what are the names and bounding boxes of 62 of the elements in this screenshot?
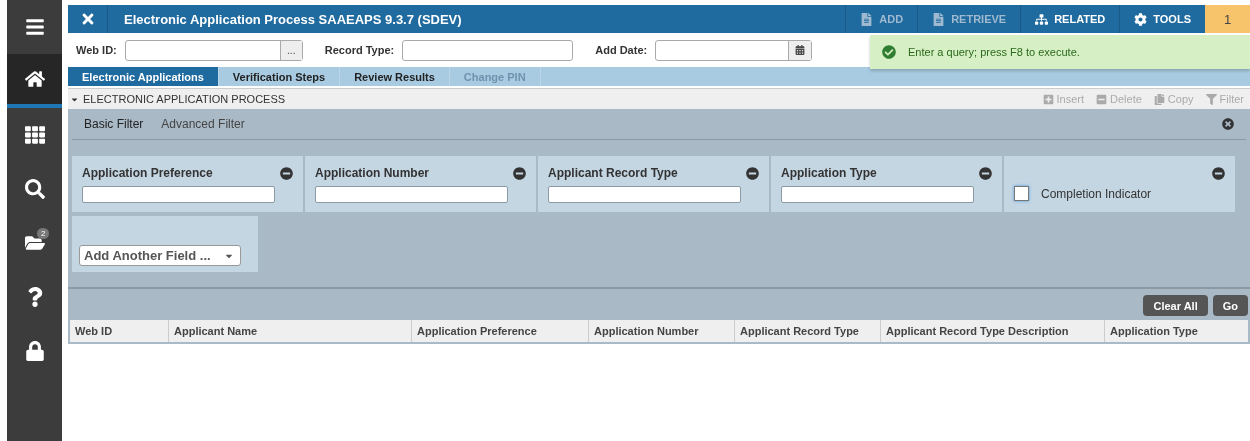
input-field[interactable] xyxy=(315,186,508,203)
plus-icon xyxy=(1042,93,1054,105)
checkbox-label: Completion Indicator xyxy=(1041,186,1152,201)
calendar-icon[interactable] xyxy=(788,40,812,60)
header-action[interactable]: RELATED xyxy=(1020,5,1120,33)
column-header[interactable]: Application Preference xyxy=(411,320,588,342)
filter-mode-tab[interactable]: Advanced Filter xyxy=(161,117,245,131)
input-field[interactable] xyxy=(82,186,275,203)
gear-icon xyxy=(1134,12,1148,26)
minus-icon xyxy=(1096,93,1108,105)
column-header[interactable]: Web ID xyxy=(70,320,168,342)
menu-icon xyxy=(24,17,45,37)
checkbox[interactable] xyxy=(1014,186,1029,201)
section-title: ELECTRONIC APPLICATION PROCESS xyxy=(83,93,286,105)
field-label: Application Type xyxy=(781,166,877,180)
remove-icon[interactable] xyxy=(979,166,992,180)
window-title: Electronic Application Process SAAEAPS 9.3.7 (SDEV) xyxy=(123,11,463,27)
field-label: Applicant Record Type xyxy=(548,166,678,180)
column-header[interactable]: Applicant Record Type Description xyxy=(880,320,1104,342)
input-field[interactable] xyxy=(402,39,574,61)
sitemap-icon xyxy=(1035,12,1049,26)
close-icon[interactable] xyxy=(1222,118,1234,130)
tab[interactable]: Verification Steps xyxy=(218,67,341,86)
column-header[interactable]: Application Number xyxy=(588,320,734,342)
field-label: Application Preference xyxy=(82,166,213,180)
folder-icon xyxy=(24,233,45,253)
action-button[interactable]: Go xyxy=(1212,295,1248,316)
grid-icon xyxy=(24,125,45,145)
lookup-button[interactable]: ... xyxy=(279,40,302,60)
remove-icon[interactable] xyxy=(746,166,759,180)
filter-icon xyxy=(1205,93,1217,105)
field-label: Web ID: xyxy=(76,44,117,56)
notification-count[interactable]: 1 xyxy=(1205,5,1250,33)
sidebar-item[interactable]: 2 xyxy=(7,216,62,270)
filter-mode-tab[interactable]: Basic Filter xyxy=(84,117,144,131)
home-icon xyxy=(24,69,45,89)
copy-icon xyxy=(1153,93,1165,105)
document-icon xyxy=(860,12,874,26)
document-icon xyxy=(932,12,946,26)
column-header[interactable]: Applicant Name xyxy=(168,320,411,342)
check-icon xyxy=(882,45,896,59)
field-label: Record Type: xyxy=(324,44,395,56)
remove-icon[interactable] xyxy=(1212,166,1225,180)
input-field[interactable]: ... xyxy=(124,39,303,61)
remove-icon[interactable] xyxy=(513,166,526,180)
action-button[interactable]: Clear All xyxy=(1143,295,1208,316)
message-text: Enter a query; press F8 to execute. xyxy=(908,46,1080,58)
tab[interactable]: Electronic Applications xyxy=(68,67,219,86)
field-label: Application Number xyxy=(315,166,429,180)
input-field[interactable] xyxy=(781,186,974,203)
remove-icon[interactable] xyxy=(280,166,293,180)
input-field[interactable] xyxy=(655,39,813,61)
add-field-dropdown[interactable]: Add Another Field ... xyxy=(79,245,241,266)
field-label: Add Date: xyxy=(595,44,648,56)
tab[interactable]: Review Results xyxy=(340,67,450,86)
count-badge: 2 xyxy=(37,228,50,239)
sidebar-item[interactable] xyxy=(7,54,62,108)
column-header[interactable]: Applicant Record Type xyxy=(734,320,880,342)
column-header[interactable]: Application Type xyxy=(1104,320,1248,342)
search-icon xyxy=(24,179,45,199)
lock-icon xyxy=(24,341,45,361)
input-field[interactable] xyxy=(548,186,741,203)
